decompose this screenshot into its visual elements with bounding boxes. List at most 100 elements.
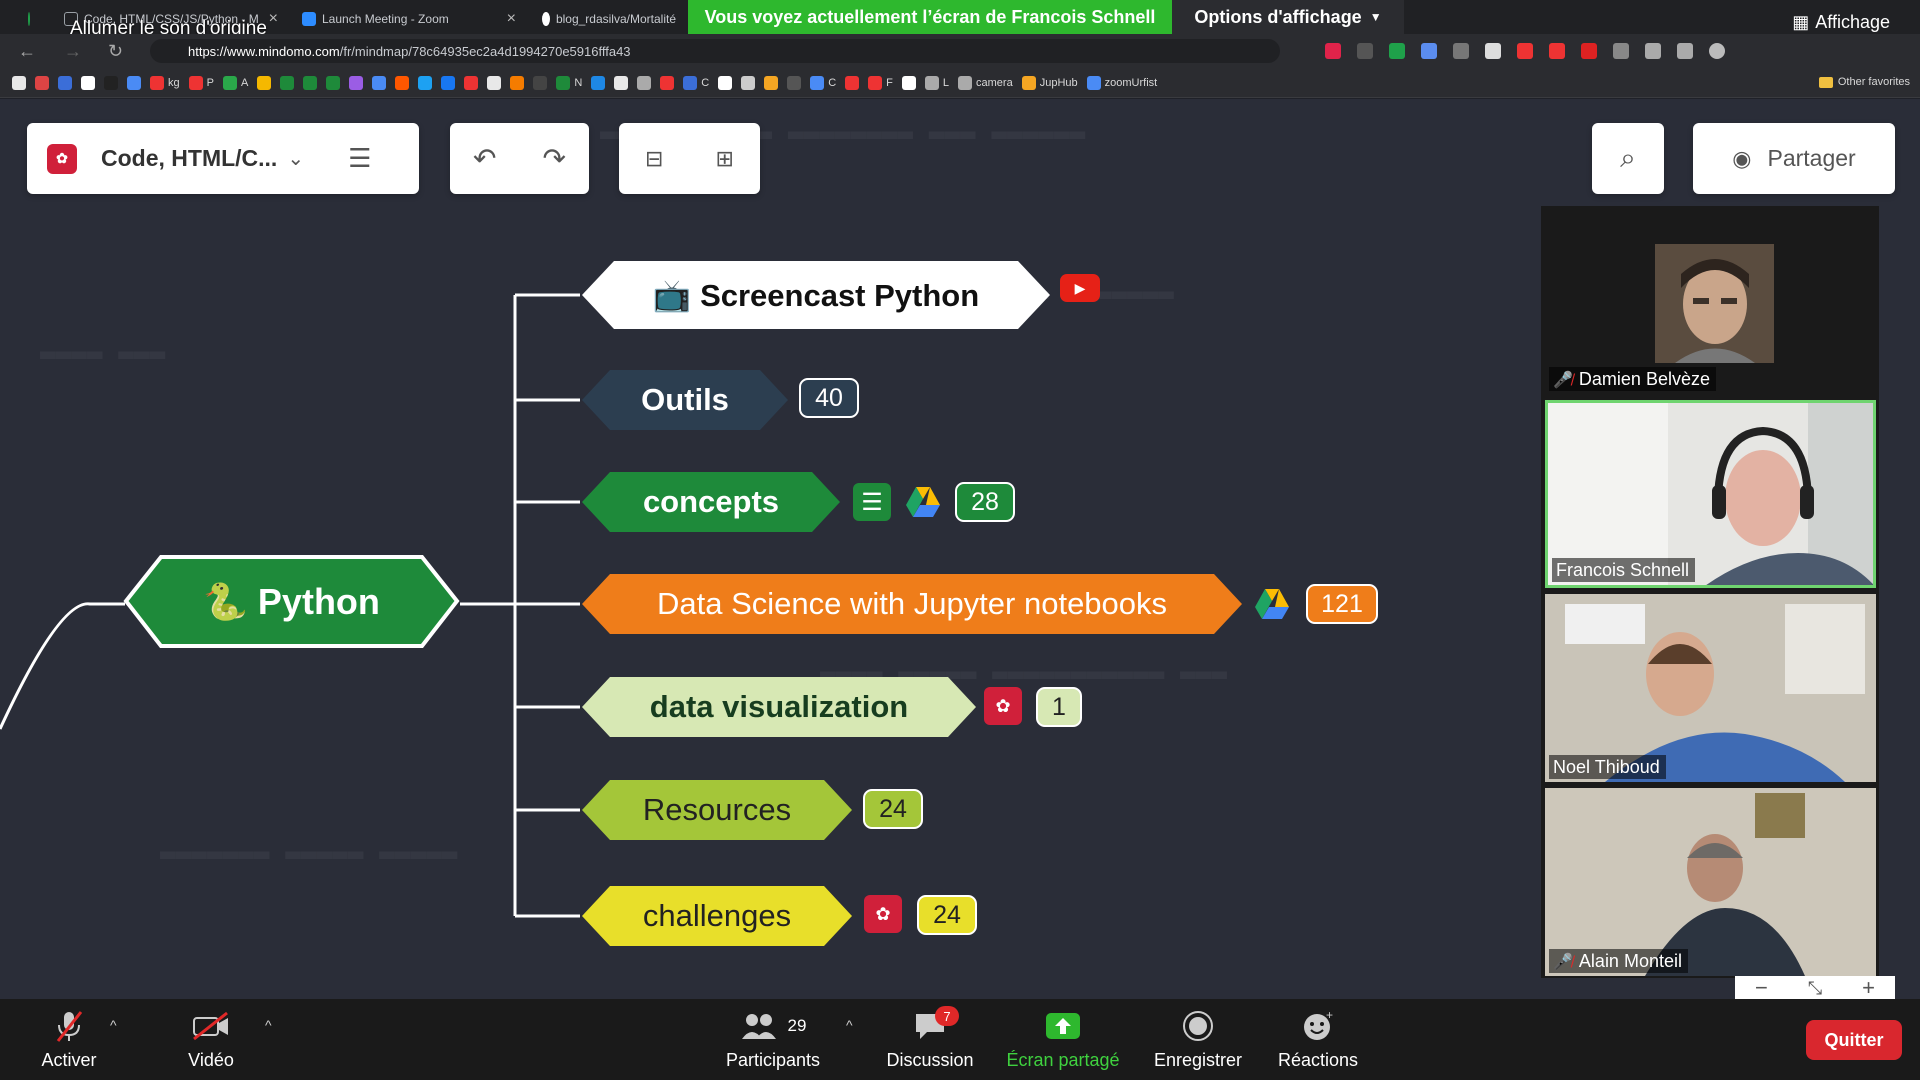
view-options-button[interactable]: Options d'affichage ▼ bbox=[1172, 0, 1404, 34]
bookmark-item[interactable] bbox=[12, 75, 26, 90]
bookmark-item[interactable]: zoomUrfist bbox=[1086, 75, 1157, 90]
unmute-button[interactable]: Activer bbox=[22, 999, 116, 1080]
share-screen-button[interactable]: Écran partagé bbox=[1002, 999, 1124, 1080]
add-sibling-topic-icon[interactable]: ⊟ bbox=[645, 146, 663, 172]
topic-count-badge[interactable]: 24 bbox=[917, 895, 977, 935]
bookmark-item[interactable] bbox=[441, 75, 456, 90]
topic-count-badge[interactable]: 28 bbox=[955, 482, 1015, 522]
bookmark-item[interactable] bbox=[614, 75, 629, 90]
topic-data-visualization[interactable]: data visualization bbox=[580, 675, 978, 739]
bookmark-item[interactable]: P bbox=[188, 75, 214, 90]
mindomo-link-icon[interactable]: ✿ bbox=[864, 895, 902, 933]
bookmark-item[interactable] bbox=[326, 75, 341, 90]
bookmark-item[interactable] bbox=[718, 75, 733, 90]
extension-icon[interactable] bbox=[1389, 43, 1405, 59]
bookmark-item[interactable] bbox=[741, 75, 756, 90]
back-icon[interactable]: ← bbox=[18, 41, 36, 62]
video-tile[interactable]: 🎤̸ Damien Belvèze bbox=[1545, 206, 1876, 394]
extension-icon[interactable] bbox=[1325, 43, 1341, 59]
profile-avatar-icon[interactable] bbox=[1709, 43, 1725, 59]
topic-data-science-jupyter[interactable]: Data Science with Jupyter notebooks bbox=[580, 572, 1244, 636]
record-button[interactable]: Enregistrer bbox=[1148, 999, 1248, 1080]
extension-icon[interactable] bbox=[1613, 43, 1629, 59]
video-options-chevron-icon[interactable]: ^ bbox=[265, 1017, 272, 1033]
reactions-button[interactable]: + Réactions bbox=[1268, 999, 1368, 1080]
map-title[interactable]: Code, HTML/C... bbox=[101, 145, 277, 172]
bookmark-item[interactable] bbox=[81, 75, 95, 90]
bookmark-item[interactable] bbox=[395, 75, 410, 90]
bookmark-item[interactable]: camera bbox=[958, 75, 1013, 90]
participants-button[interactable]: 29 Participants bbox=[715, 999, 831, 1080]
collapse-icon[interactable]: ⤡ bbox=[1808, 978, 1822, 999]
minus-icon[interactable]: − bbox=[1755, 975, 1768, 1001]
participants-chevron-icon[interactable]: ^ bbox=[846, 1017, 853, 1033]
bookmark-item[interactable]: C bbox=[810, 75, 836, 90]
tab-zoom[interactable]: Launch Meeting - Zoom × bbox=[294, 4, 524, 34]
mindomo-link-icon[interactable]: ✿ bbox=[984, 687, 1022, 725]
extension-icon[interactable] bbox=[1581, 43, 1597, 59]
add-subtopic-icon[interactable]: ⊞ bbox=[716, 146, 734, 172]
redo-icon[interactable]: ↷ bbox=[543, 142, 566, 175]
topic-count-badge[interactable]: 24 bbox=[863, 789, 923, 829]
bookmark-item[interactable]: L bbox=[924, 75, 949, 90]
youtube-link-icon[interactable]: ▶ bbox=[1060, 274, 1100, 302]
close-tab-icon[interactable]: × bbox=[507, 10, 516, 28]
topic-count-badge[interactable]: 40 bbox=[799, 378, 859, 418]
shield-icon[interactable] bbox=[20, 4, 38, 34]
url-input[interactable]: https://www.mindomo.com/fr/mindmap/78c64… bbox=[150, 39, 1280, 63]
video-tile[interactable]: Noel Thiboud bbox=[1545, 594, 1876, 782]
bookmark-item[interactable] bbox=[845, 75, 860, 90]
bookmark-item[interactable] bbox=[58, 75, 72, 90]
chevron-down-icon[interactable]: ⌄ bbox=[287, 146, 304, 171]
forward-icon[interactable]: → bbox=[64, 41, 82, 62]
topic-concepts[interactable]: concepts bbox=[580, 470, 842, 534]
bookmark-item[interactable] bbox=[127, 75, 141, 90]
central-topic-python[interactable]: 🐍 Python bbox=[123, 554, 460, 649]
bookmark-item[interactable] bbox=[104, 75, 118, 90]
chat-button[interactable]: 7 Discussion bbox=[880, 999, 980, 1080]
other-favorites[interactable]: Other favorites bbox=[1818, 76, 1910, 88]
close-tab-icon[interactable]: × bbox=[269, 10, 278, 28]
extension-icon[interactable] bbox=[1517, 43, 1533, 59]
topic-outils[interactable]: Outils bbox=[580, 368, 790, 432]
topic-screencast-python[interactable]: 📺 Screencast Python bbox=[580, 259, 1052, 331]
extension-icon[interactable] bbox=[1421, 43, 1437, 59]
bookmark-item[interactable]: JupHub bbox=[1021, 75, 1078, 90]
search-button[interactable]: ⌕ bbox=[1592, 123, 1664, 194]
bookmark-item[interactable] bbox=[464, 75, 479, 90]
bookmark-item[interactable] bbox=[349, 75, 364, 90]
bookmark-item[interactable]: kg bbox=[150, 75, 180, 90]
bookmark-item[interactable] bbox=[372, 75, 387, 90]
extension-icon[interactable] bbox=[1677, 43, 1693, 59]
google-drive-icon[interactable] bbox=[1253, 585, 1291, 623]
bookmark-item[interactable] bbox=[787, 75, 802, 90]
extension-icon[interactable] bbox=[1453, 43, 1469, 59]
notes-icon[interactable]: ☰ bbox=[853, 483, 891, 521]
video-button[interactable]: Vidéo bbox=[165, 999, 257, 1080]
bookmark-item[interactable] bbox=[660, 75, 675, 90]
bookmark-item[interactable]: N bbox=[556, 75, 582, 90]
share-button[interactable]: ◉ Partager bbox=[1693, 123, 1895, 194]
undo-icon[interactable]: ↶ bbox=[473, 142, 496, 175]
audio-options-chevron-icon[interactable]: ^ bbox=[110, 1017, 117, 1033]
bookmark-item[interactable]: A bbox=[222, 75, 248, 90]
menu-icon[interactable]: ☰ bbox=[348, 143, 371, 174]
tab-github[interactable]: blog_rdasilva/Mortalité bbox=[534, 4, 684, 34]
display-button[interactable]: ▦ Affichage bbox=[1792, 12, 1890, 33]
bookmark-item[interactable] bbox=[303, 75, 318, 90]
bookmark-item[interactable] bbox=[533, 75, 548, 90]
reload-icon[interactable]: ↻ bbox=[108, 41, 123, 62]
bookmark-item[interactable] bbox=[418, 75, 433, 90]
bookmark-item[interactable]: F bbox=[868, 75, 893, 90]
bookmark-item[interactable] bbox=[487, 75, 502, 90]
bookmark-item[interactable] bbox=[901, 75, 916, 90]
bookmark-item[interactable] bbox=[257, 75, 272, 90]
video-tile[interactable]: 🎤̸ Alain Monteil bbox=[1545, 788, 1876, 976]
bookmark-item[interactable] bbox=[764, 75, 779, 90]
bookmark-item[interactable] bbox=[510, 75, 525, 90]
bookmark-item[interactable] bbox=[35, 75, 49, 90]
topic-count-badge[interactable]: 1 bbox=[1036, 687, 1082, 727]
leave-meeting-button[interactable]: Quitter bbox=[1806, 1020, 1902, 1060]
extension-icon[interactable] bbox=[1357, 43, 1373, 59]
bookmark-item[interactable] bbox=[591, 75, 606, 90]
